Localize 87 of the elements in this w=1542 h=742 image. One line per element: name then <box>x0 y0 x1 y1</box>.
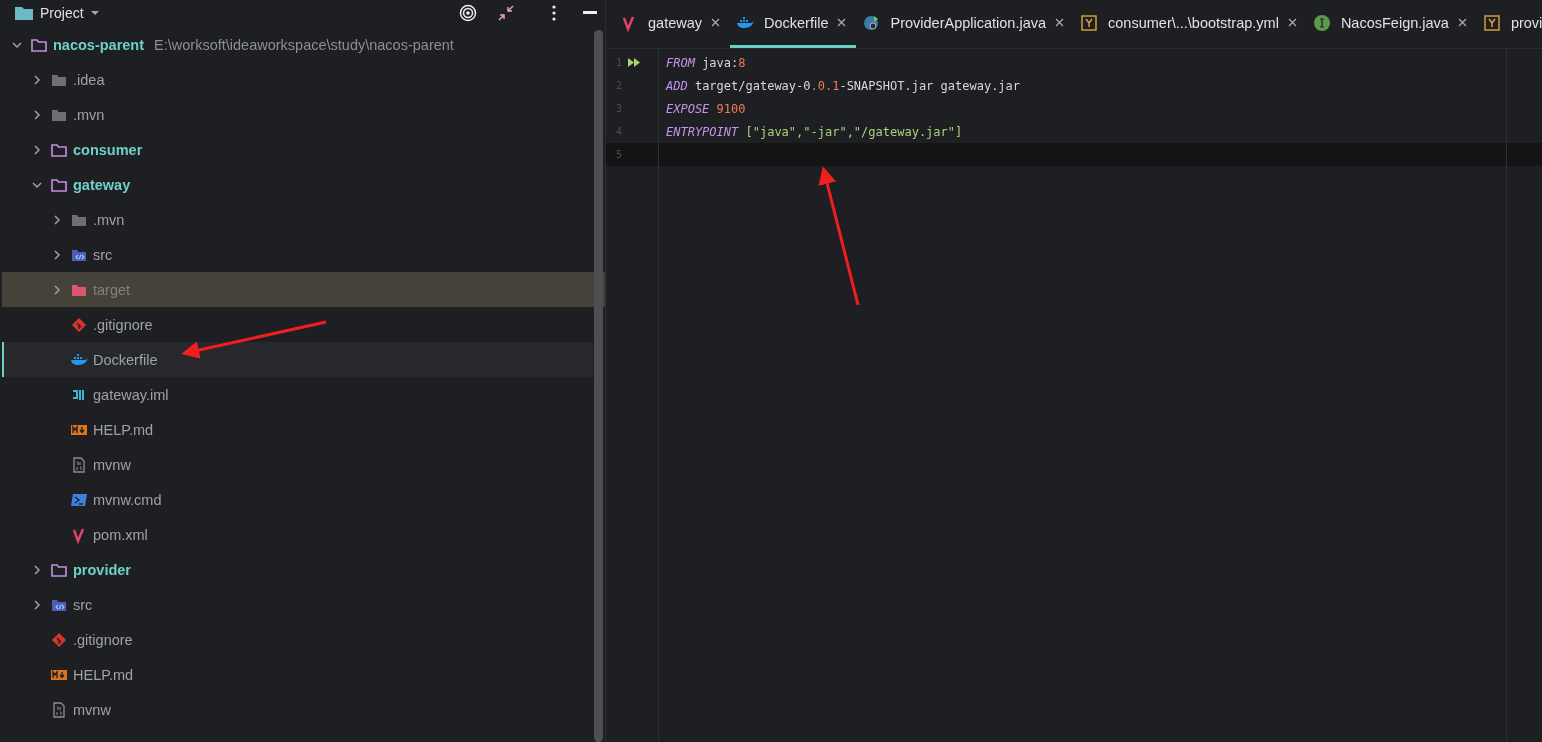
editor-tab[interactable]: consumer\...\bootstrap.yml <box>1074 0 1307 48</box>
close-icon[interactable] <box>711 18 720 27</box>
tree-row[interactable]: consumer <box>2 132 593 167</box>
interface-icon <box>1312 13 1331 32</box>
file-name: gateway.iml <box>93 386 169 403</box>
yaml-icon <box>1482 13 1501 32</box>
minimize-icon[interactable] <box>583 11 597 15</box>
tree-row[interactable]: mvnw <box>2 692 593 727</box>
file-name: .mvn <box>73 106 105 123</box>
file-name: mvnw <box>93 456 131 473</box>
file-name: .idea <box>73 71 105 88</box>
code-line: EXPOSE 9100 <box>666 101 746 116</box>
file-name: src <box>73 596 93 613</box>
panel-title: Project <box>40 5 84 21</box>
tab-label: Dockerfile <box>764 14 829 31</box>
yaml-icon <box>1080 13 1099 32</box>
tree-row[interactable]: .gitignore <box>2 622 593 657</box>
tab-label: gateway <box>648 14 702 31</box>
run-icon[interactable] <box>628 58 641 67</box>
file-name: HELP.md <box>73 666 134 683</box>
close-icon[interactable] <box>1457 18 1467 27</box>
editor-tab[interactable]: NacosFeign.java <box>1306 0 1477 48</box>
file-name: .gitignore <box>93 316 153 333</box>
folder-icon <box>14 5 34 21</box>
tree-row[interactable]: mvnw <box>2 447 593 482</box>
class-icon <box>862 13 881 32</box>
tab-label: provi <box>1510 14 1542 31</box>
file-name: src <box>93 246 113 263</box>
editor-tab[interactable]: gateway <box>614 0 730 48</box>
tree-row[interactable]: gateway <box>2 167 593 202</box>
file-name: mvnw.cmd <box>93 491 162 508</box>
chevron-icon[interactable] <box>32 109 42 120</box>
more-options-icon[interactable] <box>551 4 557 22</box>
line-number: 5 <box>614 149 622 160</box>
file-name: pom.xml <box>93 526 148 543</box>
binary-file-icon <box>70 455 88 474</box>
tree-row[interactable]: .idea <box>2 62 593 97</box>
file-name: mvnw <box>73 701 111 718</box>
tree-row[interactable]: HELP.md <box>2 412 593 447</box>
collapse-icon[interactable] <box>497 4 515 22</box>
file-name: HELP.md <box>93 421 154 438</box>
tree-row[interactable]: gateway.iml <box>2 377 593 412</box>
chevron-icon[interactable] <box>52 214 62 225</box>
chevron-icon[interactable] <box>52 284 62 295</box>
file-name: nacos-parent <box>53 36 145 53</box>
path-label: E:\worksoft\ideaworkspace\study\nacos-parent <box>154 36 454 53</box>
tree-row[interactable]: src <box>2 237 593 272</box>
file-name: provider <box>73 561 131 578</box>
tree-row[interactable]: .gitignore <box>2 307 593 342</box>
tree-row[interactable]: provider <box>2 552 593 587</box>
close-icon[interactable] <box>1055 18 1065 27</box>
file-name: Dockerfile <box>93 351 158 368</box>
scrollbar[interactable] <box>594 30 603 742</box>
tab-label: ProviderApplication.java <box>890 14 1047 31</box>
file-name: target <box>93 281 131 298</box>
close-icon[interactable] <box>1287 18 1297 27</box>
chevron-icon[interactable] <box>12 39 22 50</box>
file-name: gateway <box>73 176 131 193</box>
chevron-icon[interactable] <box>32 599 42 610</box>
editor-tab[interactable]: Dockerfile <box>730 0 857 48</box>
tree-row[interactable]: mvnw.cmd <box>2 482 593 517</box>
chevron-icon[interactable] <box>32 564 42 575</box>
tab-label: NacosFeign.java <box>1340 14 1449 31</box>
file-name: .gitignore <box>73 631 133 648</box>
tree-row[interactable]: nacos-parent E:\worksoft\ideaworkspace\study\nacos-parent <box>2 27 593 62</box>
tree-row[interactable]: .mvn <box>2 202 593 237</box>
chevron-icon[interactable] <box>32 74 42 85</box>
editor-tab[interactable]: provi <box>1476 0 1542 48</box>
code-line: FROM java:8 <box>666 55 746 70</box>
tree-row[interactable]: pom.xml <box>2 517 593 552</box>
file-name: .mvn <box>93 211 125 228</box>
tree-row[interactable]: Dockerfile <box>2 342 593 377</box>
chevron-icon[interactable] <box>52 249 62 260</box>
chevron-icon[interactable] <box>32 179 42 190</box>
tree-row[interactable]: src <box>2 587 593 622</box>
chevron-icon[interactable] <box>32 144 42 155</box>
target-icon[interactable] <box>459 4 477 22</box>
file-name: consumer <box>73 141 143 158</box>
close-icon[interactable] <box>837 18 847 27</box>
tree-row[interactable]: .mvn <box>2 97 593 132</box>
code-line: ADD target/gateway-0.0.1-SNAPSHOT.jar gateway.jar <box>666 78 1021 93</box>
editor-tab[interactable]: ProviderApplication.java <box>856 0 1075 48</box>
tree-row[interactable]: HELP.md <box>2 657 593 692</box>
binary-file-icon <box>50 700 68 719</box>
dropdown-caret-icon[interactable] <box>89 10 100 16</box>
tab-label: consumer\...\bootstrap.yml <box>1108 14 1279 31</box>
code-line: ENTRYPOINT ["java","-jar","/gateway.jar"] <box>666 124 963 139</box>
